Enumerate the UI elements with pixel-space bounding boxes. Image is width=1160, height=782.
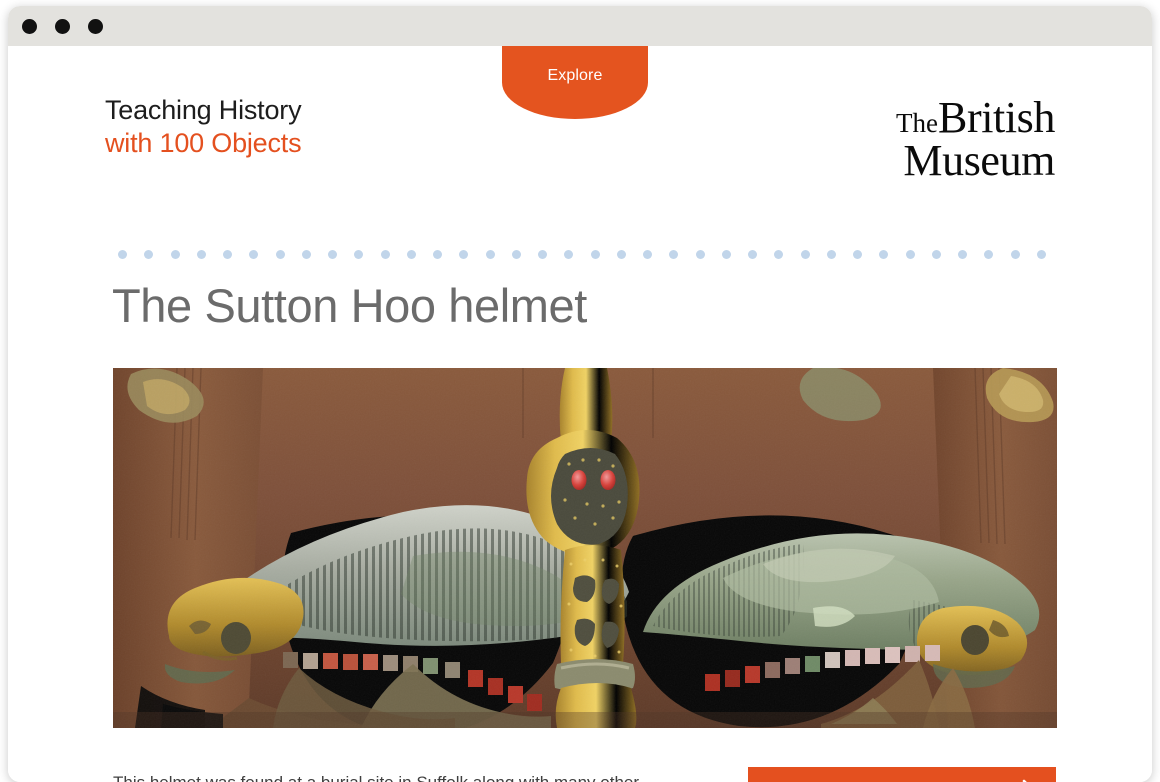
divider-dot (144, 249, 154, 259)
divider-dot (223, 249, 232, 259)
divider-dot (669, 249, 679, 259)
divider-dot (879, 249, 889, 259)
brand-line-with-100-objects: with 100 Objects (105, 128, 302, 159)
divider-dot (170, 249, 180, 259)
divider-dot (931, 249, 941, 259)
divider-dot (354, 249, 364, 259)
divider-dot (301, 249, 311, 259)
british-museum-logo[interactable]: TheBritish Museum (896, 93, 1055, 186)
divider-dot (275, 249, 285, 259)
divider-dot (249, 249, 259, 259)
divider-dot (538, 249, 547, 259)
divider-dot (748, 249, 757, 259)
divider-dot (853, 249, 862, 259)
divider-dot (905, 249, 915, 259)
page-surface: Explore Teaching History with 100 Object… (8, 46, 1152, 782)
divider-dot (1010, 249, 1020, 259)
divider-dot (406, 249, 416, 259)
window-title-bar (8, 6, 1152, 46)
divider-dot (800, 249, 810, 259)
explore-tab[interactable]: Explore (502, 46, 648, 119)
logo-word-museum: Museum (903, 136, 1055, 186)
close-dot[interactable] (22, 18, 37, 34)
divider-dot (196, 249, 206, 259)
site-brand[interactable]: Teaching History with 100 Objects (105, 94, 302, 161)
divider-dot (984, 249, 994, 259)
minimize-dot[interactable] (55, 18, 70, 34)
dotted-divider (118, 249, 1046, 259)
divider-dot (774, 249, 784, 259)
divider-dot (721, 249, 731, 259)
divider-dot (695, 249, 705, 259)
logo-word-the: The (896, 108, 938, 138)
explore-tab-label: Explore (547, 67, 603, 84)
divider-dot (328, 249, 337, 259)
divider-dot (1036, 249, 1046, 259)
brand-line-teaching-history: Teaching History (105, 95, 302, 125)
divider-dot (511, 249, 521, 259)
hero-image-sutton-hoo-helmet (113, 368, 1057, 728)
about-the-object-button[interactable]: About the object (748, 767, 1056, 782)
divider-dot (616, 249, 626, 259)
browser-window: Explore Teaching History with 100 Object… (8, 6, 1152, 782)
logo-word-british: British (938, 93, 1055, 142)
divider-dot (958, 249, 967, 259)
page-title: The Sutton Hoo helmet (112, 279, 587, 332)
divider-dot (643, 249, 652, 259)
divider-dot (459, 249, 469, 259)
divider-dot (118, 249, 127, 259)
divider-dot (826, 249, 836, 259)
divider-dot (485, 249, 495, 259)
divider-dot (380, 249, 390, 259)
maximize-dot[interactable] (88, 18, 103, 34)
logo-line-one: TheBritish (896, 93, 1055, 142)
divider-dot (590, 249, 600, 259)
divider-dot (433, 249, 442, 259)
intro-paragraph: This helmet was found at a burial site i… (113, 768, 673, 782)
divider-dot (564, 249, 574, 259)
